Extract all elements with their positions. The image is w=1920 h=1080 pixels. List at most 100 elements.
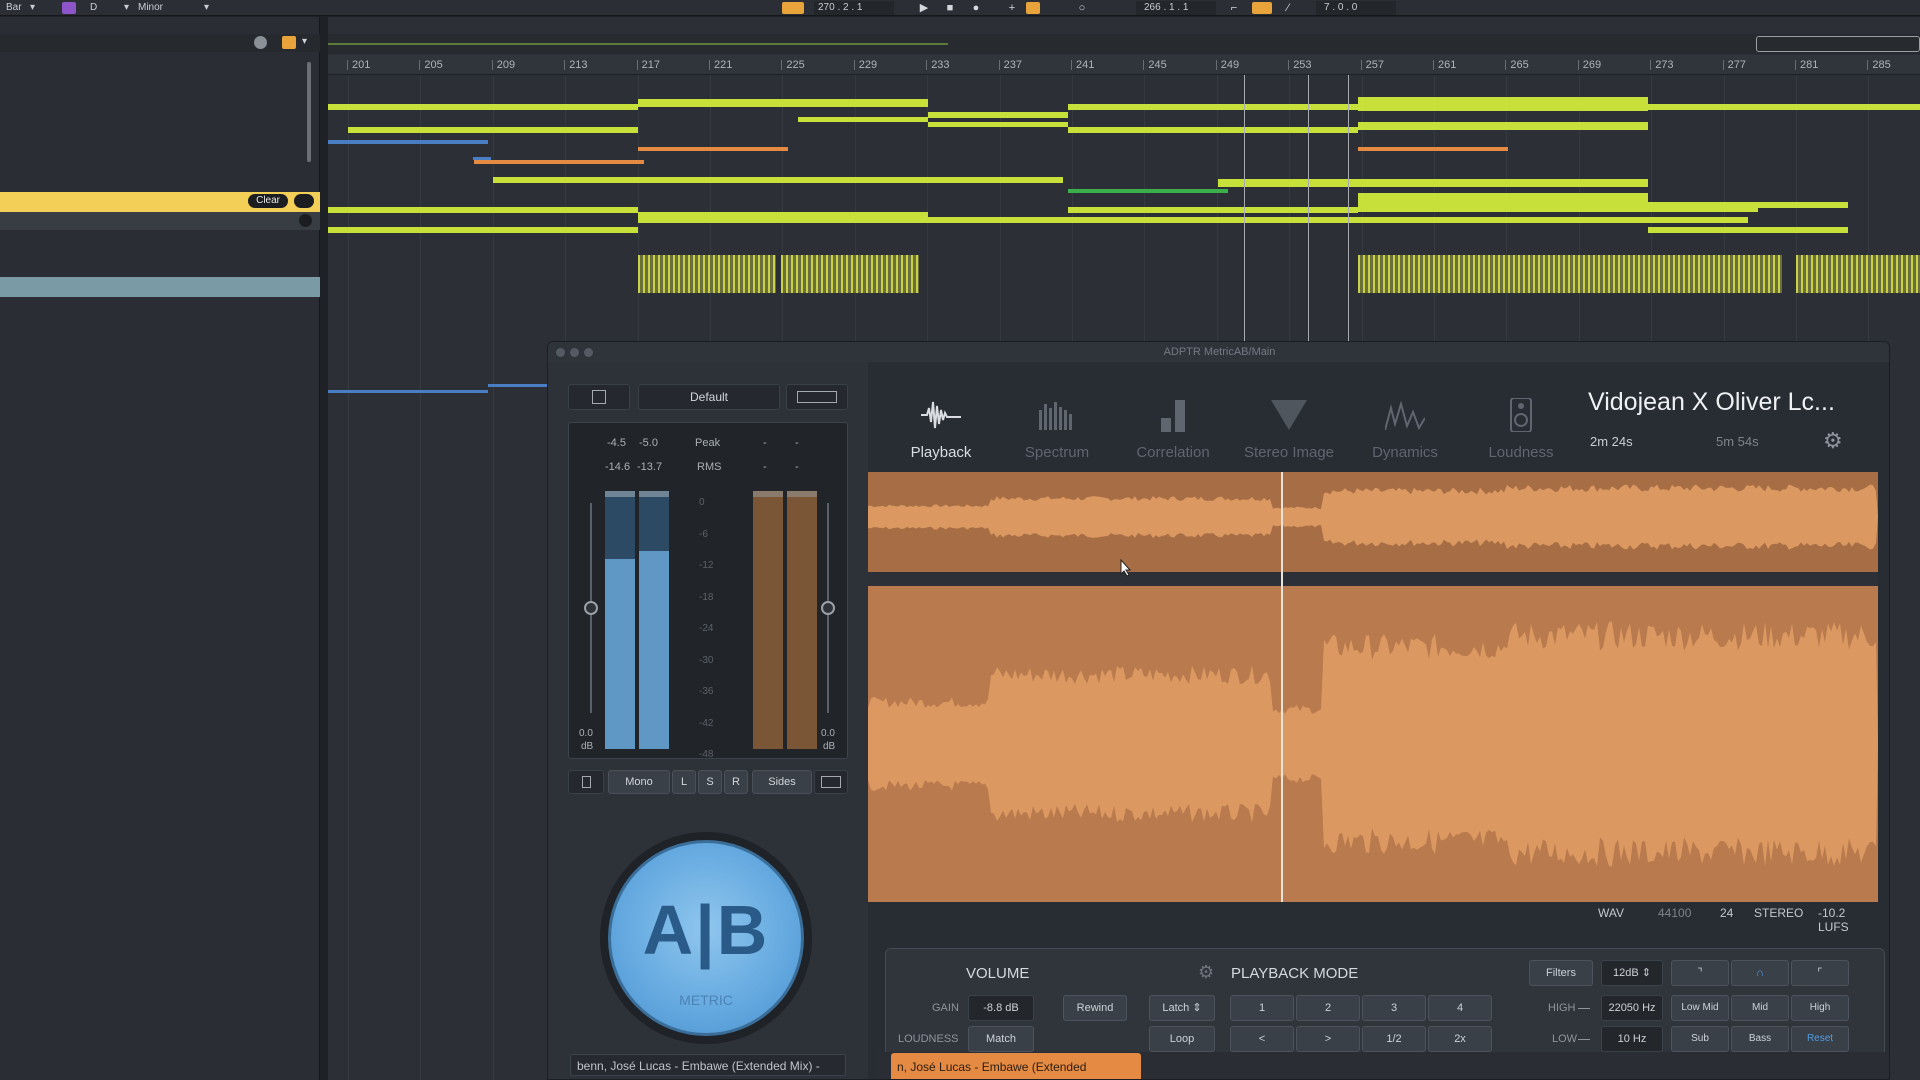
loop-button[interactable]: Loop: [1149, 1026, 1215, 1052]
chevron-down-icon[interactable]: ▾: [124, 1, 129, 15]
track-options-icon[interactable]: [294, 194, 314, 208]
draw-icon[interactable]: ⁄: [1282, 2, 1294, 14]
tab-correlation[interactable]: Correlation: [1118, 382, 1228, 462]
midi-clip[interactable]: [1358, 147, 1508, 151]
chevron-down-icon[interactable]: ▾: [204, 1, 209, 15]
fader-b-handle[interactable]: [821, 601, 835, 615]
bar-selector[interactable]: Bar: [6, 1, 22, 15]
midi-clip[interactable]: [928, 122, 1068, 127]
loop-marker[interactable]: [1308, 75, 1309, 355]
expand-button[interactable]: [568, 384, 630, 410]
drum-clip[interactable]: [1796, 255, 1920, 293]
metronome-icon[interactable]: [782, 2, 804, 14]
side-button[interactable]: S: [698, 770, 722, 794]
midi-clip[interactable]: [1648, 104, 1920, 110]
sub-band-button[interactable]: Sub: [1671, 1026, 1729, 1052]
tab-stereo-image[interactable]: Stereo Image: [1234, 382, 1344, 462]
loop-mode-icon[interactable]: ○: [1076, 2, 1088, 14]
chevron-down-icon[interactable]: ▾: [302, 36, 307, 47]
plugin-title-bar[interactable]: ADPTR MetricAB/Main: [548, 342, 1889, 362]
drum-clip[interactable]: [781, 255, 919, 293]
stop-icon[interactable]: ■: [944, 2, 956, 14]
loop-toggle-icon[interactable]: [1252, 2, 1272, 14]
key-selector[interactable]: D: [90, 1, 97, 15]
track-row-highlight[interactable]: [0, 277, 320, 297]
loop-length-display[interactable]: 7 . 0 . 0: [1316, 1, 1396, 15]
fader-a-handle[interactable]: [584, 601, 598, 615]
mono-button[interactable]: Mono: [608, 770, 670, 794]
midi-clip[interactable]: [328, 207, 638, 213]
lowpass-shape-button[interactable]: ⌜: [1791, 960, 1849, 986]
midi-clip[interactable]: [1648, 227, 1848, 233]
bass-band-button[interactable]: Bass: [1731, 1026, 1789, 1052]
solo-mode-button[interactable]: [568, 770, 604, 794]
record-icon[interactable]: ●: [970, 2, 982, 14]
position-display[interactable]: 270 . 2 . 1: [814, 1, 894, 15]
arrangement-overview[interactable]: [328, 34, 1920, 54]
reset-button[interactable]: Reset: [1791, 1026, 1849, 1052]
loop-start-display[interactable]: 266 . 1 . 1: [1136, 1, 1216, 15]
window-close-icon[interactable]: [556, 348, 565, 357]
midi-clip[interactable]: [488, 384, 548, 387]
low-mid-band-button[interactable]: Low Mid: [1671, 995, 1729, 1021]
highpass-shape-button[interactable]: ⌝: [1671, 960, 1729, 986]
minus-icon[interactable]: [299, 214, 312, 227]
waveform-display[interactable]: [868, 472, 1878, 902]
next-button[interactable]: >: [1296, 1026, 1360, 1052]
high-band-button[interactable]: High: [1791, 995, 1849, 1021]
loop-marker[interactable]: [1244, 75, 1245, 355]
filter-icon[interactable]: [282, 36, 296, 49]
midi-clip[interactable]: [638, 217, 1748, 223]
drum-clip[interactable]: [638, 255, 776, 293]
midi-clip[interactable]: [493, 177, 1063, 183]
punch-icon[interactable]: [1026, 2, 1040, 14]
chevron-down-icon[interactable]: ▾: [30, 1, 35, 15]
midi-clip[interactable]: [1068, 104, 1358, 110]
tab-playback[interactable]: Playback: [886, 382, 996, 462]
loop-marker[interactable]: [1348, 75, 1349, 355]
overview-viewport[interactable]: [1756, 36, 1920, 52]
rewind-button[interactable]: Rewind: [1063, 995, 1127, 1021]
window-minimize-icon[interactable]: [570, 348, 579, 357]
midi-clip[interactable]: [328, 104, 638, 110]
midi-clip[interactable]: [474, 160, 644, 164]
midi-clip[interactable]: [638, 99, 928, 107]
midi-clip[interactable]: [798, 117, 928, 122]
filters-button[interactable]: Filters: [1529, 960, 1593, 986]
right-button[interactable]: R: [724, 770, 748, 794]
cue-4-button[interactable]: 4: [1428, 995, 1492, 1021]
mid-band-button[interactable]: Mid: [1731, 995, 1789, 1021]
midi-clip[interactable]: [1068, 189, 1228, 193]
midi-clip[interactable]: [1068, 127, 1358, 133]
curve-icon[interactable]: ⌐: [1228, 2, 1240, 14]
add-icon[interactable]: +: [1006, 2, 1018, 14]
stereo-split-button[interactable]: [814, 770, 848, 794]
scale-selector[interactable]: Minor: [138, 1, 163, 15]
window-zoom-icon[interactable]: [584, 348, 593, 357]
midi-clip[interactable]: [1218, 179, 1648, 187]
midi-clip[interactable]: [1648, 202, 1848, 208]
reference-track-name[interactable]: benn, José Lucas - Embawe (Extended Mix)…: [570, 1054, 846, 1076]
tab-spectrum[interactable]: Spectrum: [1002, 382, 1112, 462]
cue-3-button[interactable]: 3: [1362, 995, 1426, 1021]
gain-value[interactable]: -8.8 dB: [968, 995, 1034, 1021]
track-row[interactable]: [0, 212, 320, 230]
left-button[interactable]: L: [672, 770, 696, 794]
half-speed-button[interactable]: 1/2: [1362, 1026, 1426, 1052]
midi-clip[interactable]: [1358, 97, 1648, 111]
low-cutoff-value[interactable]: 10 Hz: [1601, 1026, 1663, 1052]
selected-track-row[interactable]: Clear: [0, 192, 320, 212]
cue-2-button[interactable]: 2: [1296, 995, 1360, 1021]
latch-selector[interactable]: Latch ⇕: [1149, 995, 1215, 1021]
previous-button[interactable]: <: [1230, 1026, 1294, 1052]
gear-icon[interactable]: ⚙: [1198, 962, 1214, 983]
tab-dynamics[interactable]: Dynamics: [1350, 382, 1460, 462]
midi-clip[interactable]: [638, 147, 788, 151]
gear-icon[interactable]: ⚙: [1823, 428, 1843, 454]
cue-1-button[interactable]: 1: [1230, 995, 1294, 1021]
midi-clip[interactable]: [1068, 207, 1358, 213]
tab-loudness[interactable]: Loudness: [1466, 382, 1576, 462]
preset-selector[interactable]: Default: [638, 384, 780, 410]
play-icon[interactable]: ▶: [918, 2, 930, 14]
filter-slope-selector[interactable]: 12dB ⇕: [1601, 960, 1663, 986]
